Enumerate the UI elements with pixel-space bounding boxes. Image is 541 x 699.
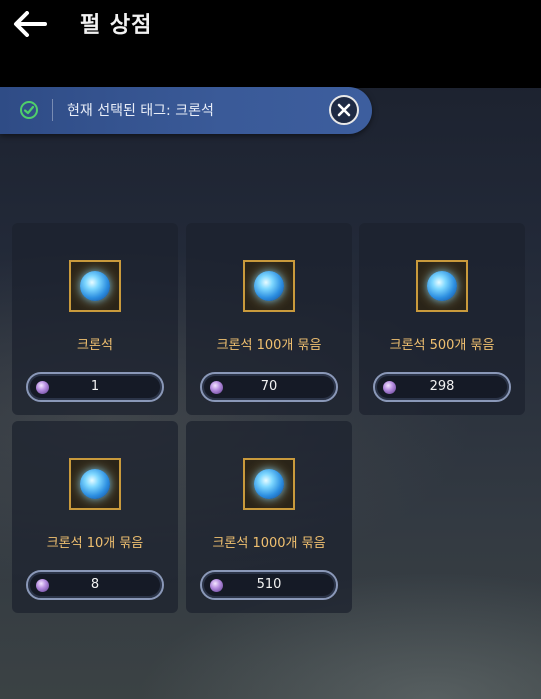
cron-stone-icon (254, 469, 284, 499)
header-bar: 펄 상점 (0, 0, 541, 88)
product-card[interactable]: 크론석 500개 묶음 298 (359, 223, 525, 415)
price-button[interactable]: 298 (373, 372, 511, 402)
product-name: 크론석 10개 묶음 (46, 536, 144, 551)
close-icon (337, 103, 351, 117)
product-name: 크론석 100개 묶음 (216, 338, 322, 353)
price-button[interactable]: 8 (26, 570, 164, 600)
product-card[interactable]: 크론석 1000개 묶음 510 (186, 421, 352, 613)
product-name: 크론석 1000개 묶음 (212, 536, 326, 551)
price-value: 70 (260, 379, 278, 394)
product-icon-frame (243, 260, 295, 312)
cron-stone-icon (80, 271, 110, 301)
selected-tag-bar: 현재 선택된 태그: 크론석 (0, 87, 372, 134)
tag-divider (52, 99, 53, 121)
product-icon-frame (69, 260, 121, 312)
product-name: 크론석 500개 묶음 (389, 338, 495, 353)
back-button[interactable] (10, 6, 50, 42)
price-value: 1 (90, 379, 100, 394)
check-circle-icon (20, 101, 38, 119)
price-button[interactable]: 70 (200, 372, 338, 402)
product-card[interactable]: 크론석 100개 묶음 70 (186, 223, 352, 415)
product-icon-frame (416, 260, 468, 312)
cron-stone-icon (80, 469, 110, 499)
cron-stone-icon (427, 271, 457, 301)
price-button[interactable]: 1 (26, 372, 164, 402)
product-card[interactable]: 크론석 10개 묶음 8 (12, 421, 178, 613)
page-title: 펄 상점 (80, 13, 153, 38)
product-icon-frame (243, 458, 295, 510)
price-value: 510 (256, 577, 282, 592)
price-value: 8 (90, 577, 100, 592)
selected-tag-label: 현재 선택된 태그: 크론석 (67, 103, 214, 119)
price-button[interactable]: 510 (200, 570, 338, 600)
cron-stone-icon (254, 271, 284, 301)
product-name: 크론석 (77, 338, 113, 353)
price-value: 298 (429, 379, 455, 394)
clear-tag-button[interactable] (329, 95, 359, 125)
product-card[interactable]: 크론석 1 (12, 223, 178, 415)
back-arrow-icon (14, 11, 47, 37)
product-icon-frame (69, 458, 121, 510)
